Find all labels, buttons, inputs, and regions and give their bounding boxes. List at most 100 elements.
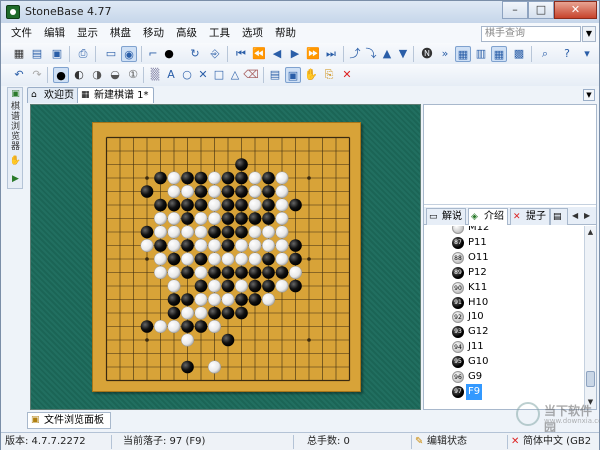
white-stone[interactable] <box>248 184 262 199</box>
move-list-item[interactable]: 90 K11 <box>452 280 582 296</box>
black-stone[interactable] <box>154 171 167 185</box>
white-stone[interactable] <box>167 279 181 293</box>
white-stone[interactable] <box>261 292 276 307</box>
minimize-button[interactable]: – <box>502 1 528 19</box>
black-stone[interactable] <box>194 279 208 293</box>
paste-icon[interactable]: ⎘ <box>321 67 337 83</box>
menu-options[interactable]: 选项 <box>236 23 269 43</box>
white-stone[interactable] <box>275 252 289 266</box>
black-stone[interactable] <box>221 171 235 185</box>
white-stone[interactable] <box>207 171 222 185</box>
letter-a-icon[interactable]: A <box>163 67 179 83</box>
white-stone[interactable] <box>248 225 262 239</box>
new-board-icon[interactable]: ▦ <box>11 46 27 62</box>
black-stone[interactable] <box>235 198 248 212</box>
white-stone[interactable] <box>248 252 262 266</box>
black-stone[interactable] <box>194 320 208 333</box>
move-list-item[interactable]: 94 J11 <box>452 339 582 355</box>
menu-tools[interactable]: 工具 <box>203 23 236 43</box>
branch-down-icon[interactable]: ▼ <box>395 46 411 62</box>
black-stone[interactable] <box>235 293 248 306</box>
white-stone[interactable] <box>194 211 208 226</box>
black-stone[interactable] <box>181 266 194 279</box>
white-stone[interactable] <box>275 279 289 293</box>
white-stone[interactable] <box>194 265 208 280</box>
tab-captures[interactable]: ✕ 提子 <box>510 208 550 225</box>
white-stone[interactable] <box>180 252 195 266</box>
player-search-input[interactable]: 棋手查询 <box>481 26 581 42</box>
white-stone[interactable] <box>167 211 181 226</box>
white-stone[interactable] <box>207 360 222 374</box>
branch-up-icon[interactable]: ▲ <box>379 46 395 62</box>
search-icon[interactable]: ⌕ <box>537 46 553 62</box>
black-stone[interactable] <box>248 293 262 306</box>
white-stone[interactable] <box>207 279 222 293</box>
black-stone[interactable] <box>248 212 262 225</box>
white-stone[interactable] <box>234 252 249 266</box>
black-stone[interactable] <box>208 266 221 279</box>
print-icon[interactable]: ⎙ <box>75 46 91 62</box>
search-dropdown-icon[interactable]: ▼ <box>582 26 596 42</box>
back-icon[interactable]: ◀ <box>269 46 285 62</box>
white-stone[interactable] <box>221 292 235 307</box>
menu-file[interactable]: 文件 <box>5 23 38 43</box>
forward-icon[interactable]: ▶ <box>287 46 303 62</box>
black-stone[interactable] <box>262 212 275 225</box>
black-stone[interactable] <box>235 158 248 171</box>
dock-label-char[interactable]: 棋 <box>9 102 22 112</box>
black-stone[interactable] <box>181 293 194 306</box>
white-stone[interactable] <box>207 238 222 253</box>
white-stone[interactable] <box>234 238 249 253</box>
black-stone[interactable] <box>275 266 289 279</box>
white-stone[interactable] <box>180 225 195 239</box>
white-stone[interactable] <box>167 265 181 280</box>
next-icon[interactable]: » <box>437 46 453 62</box>
back-ten-icon[interactable]: ⏪ <box>251 46 267 62</box>
black-stone[interactable] <box>154 239 167 252</box>
next-branch-icon[interactable]: ⤵ <box>363 46 379 62</box>
window-icon[interactable]: ▭ <box>103 46 119 62</box>
white-stone[interactable] <box>207 198 222 212</box>
black-stone[interactable] <box>167 198 181 212</box>
black-stone[interactable] <box>154 198 167 212</box>
toolbar-options-icon[interactable]: ▾ <box>579 46 595 62</box>
move-list-item[interactable]: 95 G10 <box>452 354 582 370</box>
scrollbar-thumb[interactable] <box>586 371 595 387</box>
select-region-icon[interactable]: ▣ <box>285 67 301 83</box>
white-stone[interactable] <box>221 252 235 266</box>
black-stone[interactable] <box>181 239 194 252</box>
dock-label-char[interactable]: 器 <box>9 142 22 152</box>
white-stone[interactable] <box>261 238 276 253</box>
menu-view[interactable]: 显示 <box>71 23 104 43</box>
black-stone[interactable] <box>289 252 302 266</box>
black-stone[interactable] <box>221 306 235 320</box>
white-stone[interactable] <box>153 211 168 226</box>
undo-icon[interactable]: ↶ <box>11 67 27 83</box>
white-stone[interactable] <box>153 319 168 334</box>
circle-mark-icon[interactable]: ○ <box>179 67 195 83</box>
move-list-item[interactable]: 87 P11 <box>452 235 582 251</box>
move-list-item[interactable]: 93 G12 <box>452 324 582 340</box>
white-stone[interactable] <box>167 225 181 239</box>
tab-list-dropdown[interactable]: ▼ <box>583 89 595 101</box>
menu-board[interactable]: 棋盘 <box>104 23 137 43</box>
tab-list[interactable]: ▤ <box>550 208 568 225</box>
black-stone[interactable] <box>167 252 181 266</box>
white-stone[interactable] <box>248 171 262 185</box>
move-number-icon[interactable]: 🅝 <box>419 46 435 62</box>
tab-welcome[interactable]: ⌂ 欢迎页 <box>27 87 79 103</box>
white-stone[interactable] <box>194 292 208 307</box>
move-list-item[interactable]: 89 P12 <box>452 265 582 281</box>
black-stone[interactable] <box>221 266 235 279</box>
black-stone[interactable] <box>262 266 275 279</box>
black-stone[interactable] <box>167 293 181 306</box>
black-stone[interactable] <box>221 333 235 347</box>
white-stone[interactable] <box>167 171 181 185</box>
forward-ten-icon[interactable]: ⏩ <box>305 46 321 62</box>
black-stone[interactable] <box>262 185 275 198</box>
black-stone[interactable] <box>248 279 262 293</box>
alternate-icon[interactable]: ◐ <box>71 67 87 83</box>
bookmark-icon[interactable]: ⎆ <box>207 46 223 62</box>
dock-hand-icon[interactable]: ✋ <box>9 156 22 166</box>
move-list-item[interactable]: 96 G9 <box>452 369 582 385</box>
